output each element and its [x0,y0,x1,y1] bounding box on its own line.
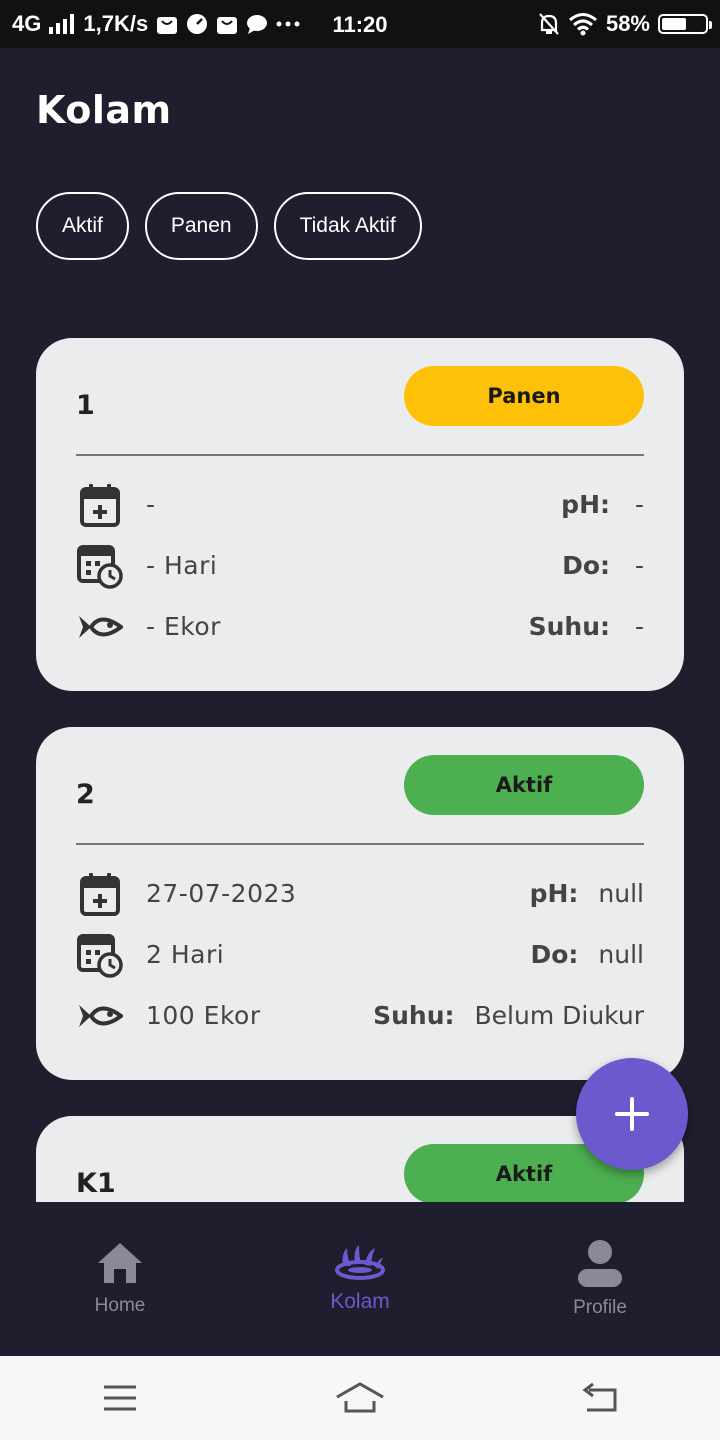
filter-chips: Aktif Panen Tidak Aktif [36,192,422,260]
age-days: 2 Hari [146,940,225,969]
back-icon [582,1382,617,1412]
do-label: Do: [530,940,579,969]
ph-value: - [634,490,644,519]
add-pond-button[interactable] [576,1058,688,1170]
more-dots-icon [276,20,300,28]
info-row-fish: - Ekor Suhu: - [76,596,644,657]
back-button[interactable] [560,1368,640,1428]
pond-name: K1 [76,1168,116,1199]
pond-list[interactable]: 1 Panen - pH: - - Hari Do: - - Ekor Suhu… [36,338,684,1202]
nav-home[interactable]: Home [0,1202,240,1356]
temperature-value: - [634,612,644,641]
ph-value: null [598,879,644,908]
start-date: - [146,490,156,519]
page-title: Kolam [36,88,172,132]
nav-kolam[interactable]: Kolam [240,1202,480,1356]
network-speed: 1,7K/s [83,11,149,36]
filter-chip-panen[interactable]: Panen [144,192,258,260]
menu-button[interactable] [80,1368,160,1428]
info-row-days: - Hari Do: - [76,535,644,596]
nav-profile-label: Profile [573,1297,627,1318]
fish-icon [76,992,124,1040]
card-header: 1 Panen [76,338,644,456]
info-row-date: - pH: - [76,474,644,535]
calendar-add-icon [76,870,124,918]
status-badge: Aktif [404,755,644,815]
gauge-icon [186,13,208,35]
fish-icon [76,603,124,651]
wifi-icon [568,12,598,36]
ph-label: pH: [529,879,579,908]
fish-count: - Ekor [146,612,221,641]
info-row-date: 27-07-2023 pH: null [76,863,644,924]
status-bar: 4G 1,7K/s 11:20 58% [0,0,720,48]
house-outline-icon [336,1382,384,1413]
bottom-nav: Home Kolam Profile [0,1202,720,1356]
calendar-clock-icon [76,542,124,590]
mute-bell-icon [538,12,560,36]
nav-profile[interactable]: Profile [480,1202,720,1356]
chat-bubble-icon [246,13,268,35]
nav-kolam-label: Kolam [330,1290,390,1313]
system-nav-bar [0,1356,720,1440]
status-badge: Panen [404,366,644,426]
info-row-days: 2 Hari Do: null [76,924,644,985]
info-row-fish: 100 Ekor Suhu: Belum Diukur [76,985,644,1046]
card-header: 2 Aktif [76,727,644,845]
calendar-add-icon [76,481,124,529]
shopping-bag-icon [216,13,238,35]
start-date: 27-07-2023 [146,879,297,908]
person-icon [578,1240,622,1287]
fish-count: 100 Ekor [146,1001,261,1030]
temperature-label: Suhu: [373,1001,455,1030]
pond-card[interactable]: 2 Aktif 27-07-2023 pH: null 2 Hari Do: n… [36,727,684,1080]
home-icon [98,1243,142,1283]
home-system-button[interactable] [320,1368,400,1428]
card-header: K1 Aktif [76,1116,644,1202]
network-label: 4G [12,11,42,36]
temperature-label: Suhu: [528,612,610,641]
age-days: - Hari [146,551,218,580]
do-value: null [598,940,644,969]
temperature-value: Belum Diukur [474,1001,645,1030]
do-label: Do: [562,551,610,580]
menu-icon [104,1385,136,1411]
pond-name: 2 [76,779,95,810]
battery-icon [658,14,712,34]
do-value: - [634,551,644,580]
pond-icon [335,1245,385,1280]
nav-home-label: Home [94,1295,146,1316]
battery-percent: 58% [605,11,650,36]
plus-icon [615,1097,649,1131]
filter-chip-tidak-aktif[interactable]: Tidak Aktif [273,192,422,260]
calendar-clock-icon [76,931,124,979]
pond-name: 1 [76,390,95,421]
filter-chip-aktif[interactable]: Aktif [36,192,129,260]
pond-card[interactable]: 1 Panen - pH: - - Hari Do: - - Ekor Suhu… [36,338,684,691]
signal-icon [49,14,75,34]
ph-label: pH: [561,490,610,519]
shopping-bag-icon [156,13,178,35]
